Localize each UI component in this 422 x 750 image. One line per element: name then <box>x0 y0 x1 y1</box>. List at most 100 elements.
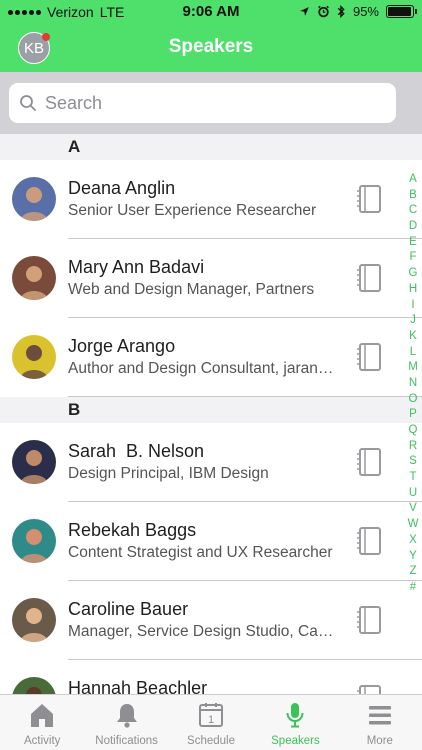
notebook-icon <box>357 264 381 292</box>
notebook-icon <box>357 606 381 634</box>
speaker-name: Sarah B. Nelson <box>68 441 205 461</box>
speaker-row[interactable]: Jorge Arango Author and Design Consultan… <box>0 318 422 397</box>
tab-label: More <box>366 735 393 747</box>
tab-speakers[interactable]: Speakers <box>253 695 337 750</box>
index-letter[interactable]: J <box>410 313 416 329</box>
notebook-icon <box>357 685 381 694</box>
index-letter[interactable]: W <box>408 517 419 533</box>
notebook-icon <box>357 185 381 213</box>
speaker-name: Caroline Bauer <box>68 599 189 619</box>
speaker-row[interactable]: Caroline Bauer Manager, Service Design S… <box>0 581 422 660</box>
index-letter[interactable]: M <box>408 360 418 376</box>
status-right: 95% <box>299 4 417 19</box>
index-letter[interactable]: B <box>409 188 417 204</box>
tab-more[interactable]: More <box>338 695 422 750</box>
notebook-button[interactable] <box>356 263 382 293</box>
index-letter[interactable]: F <box>409 250 416 266</box>
section-header: A <box>0 134 422 160</box>
notebook-icon <box>357 343 381 371</box>
index-letter[interactable]: E <box>409 235 417 251</box>
index-letter[interactable]: U <box>409 486 417 502</box>
speaker-title: Web and Design Manager, Partners <box>68 281 315 298</box>
tab-label: Notifications <box>95 735 158 747</box>
index-letter[interactable]: X <box>409 533 417 549</box>
speaker-photo <box>12 519 56 563</box>
row-divider <box>68 396 422 397</box>
tab-label: Speakers <box>271 735 320 747</box>
index-letter[interactable]: # <box>410 580 416 596</box>
alphabet-index[interactable]: A B C D E F G H I J K L M N O P Q R S T U V W X Y Z # <box>405 172 421 596</box>
index-letter[interactable]: K <box>409 329 417 345</box>
speaker-row[interactable]: Hannah Beachler <box>0 660 422 694</box>
speaker-row[interactable]: Sarah B. Nelson Design Principal, IBM De… <box>0 423 422 502</box>
notebook-button[interactable] <box>356 526 382 556</box>
speaker-photo <box>12 677 56 694</box>
index-letter[interactable]: L <box>410 345 416 361</box>
speaker-name: Jorge Arango <box>68 336 176 356</box>
tab-bar: Activity Notifications 1 Schedule Speake… <box>0 694 422 750</box>
notebook-button[interactable] <box>356 605 382 635</box>
speaker-row[interactable]: Rebekah Baggs Content Strategist and UX … <box>0 502 422 581</box>
notebook-icon <box>357 527 381 555</box>
speaker-photo <box>12 256 56 300</box>
search-bar <box>0 72 422 134</box>
speaker-row[interactable]: Mary Ann Badavi Web and Design Manager, … <box>0 239 422 318</box>
speaker-photo <box>12 335 56 379</box>
microphone-icon <box>286 703 304 728</box>
speaker-name: Mary Ann Badavi <box>68 257 205 277</box>
index-letter[interactable]: Y <box>409 549 417 565</box>
notebook-button[interactable] <box>356 184 382 214</box>
index-letter[interactable]: H <box>409 282 417 298</box>
index-letter[interactable]: Z <box>409 564 416 580</box>
speaker-name: Hannah Beachler <box>68 678 208 694</box>
calendar-icon: 1 <box>199 703 224 727</box>
menu-icon <box>368 706 391 725</box>
index-letter[interactable]: A <box>409 172 417 188</box>
notebook-button[interactable] <box>356 447 382 477</box>
index-letter[interactable]: R <box>409 439 417 455</box>
tab-notifications[interactable]: Notifications <box>84 695 168 750</box>
index-letter[interactable]: V <box>409 501 417 517</box>
index-letter[interactable]: S <box>409 454 417 470</box>
speaker-photo <box>12 177 56 221</box>
battery-fill <box>388 7 411 16</box>
index-letter[interactable]: T <box>409 470 416 486</box>
notebook-button[interactable] <box>356 342 382 372</box>
calendar-day: 1 <box>208 714 214 726</box>
app-header: Verizon LTE 9:06 AM 95% KB Speakers <box>0 0 422 72</box>
speaker-photo <box>12 598 56 642</box>
search-box[interactable] <box>9 83 396 123</box>
index-letter[interactable]: O <box>409 392 418 408</box>
search-input[interactable] <box>45 92 365 114</box>
section-header: B <box>0 397 422 423</box>
index-letter[interactable]: D <box>409 219 417 235</box>
status-bar: Verizon LTE 9:06 AM 95% <box>0 0 422 24</box>
speaker-title: Senior User Experience Researcher <box>68 202 317 219</box>
bluetooth-icon <box>337 5 345 18</box>
notebook-button[interactable] <box>356 684 382 694</box>
tab-activity[interactable]: Activity <box>0 695 84 750</box>
bell-icon <box>116 704 137 728</box>
battery-percent: 95% <box>352 4 379 19</box>
battery-icon <box>386 5 417 18</box>
speaker-title: Content Strategist and UX Researcher <box>68 544 333 561</box>
location-icon <box>300 7 309 16</box>
speaker-list[interactable]: A Deana Anglin Senior User Experience Re… <box>0 134 422 694</box>
index-letter[interactable]: P <box>409 407 417 423</box>
index-letter[interactable]: C <box>409 203 417 219</box>
index-letter[interactable]: Q <box>409 423 418 439</box>
speaker-title: Manager, Service Design Studio, Capital … <box>68 623 336 640</box>
speaker-title: Design Principal, IBM Design <box>68 465 269 482</box>
speaker-name: Deana Anglin <box>68 178 176 198</box>
index-letter[interactable]: N <box>409 376 417 392</box>
search-icon <box>20 95 36 111</box>
alarm-icon <box>318 5 329 18</box>
tab-label: Activity <box>23 735 61 747</box>
index-letter[interactable]: G <box>409 266 418 282</box>
notebook-icon <box>357 448 381 476</box>
speaker-row[interactable]: Deana Anglin Senior User Experience Rese… <box>0 160 422 239</box>
index-letter[interactable]: I <box>411 298 414 314</box>
tab-label: Schedule <box>187 735 235 747</box>
tab-schedule[interactable]: 1 Schedule <box>169 695 253 750</box>
nav-bar: KB Speakers <box>0 24 422 72</box>
